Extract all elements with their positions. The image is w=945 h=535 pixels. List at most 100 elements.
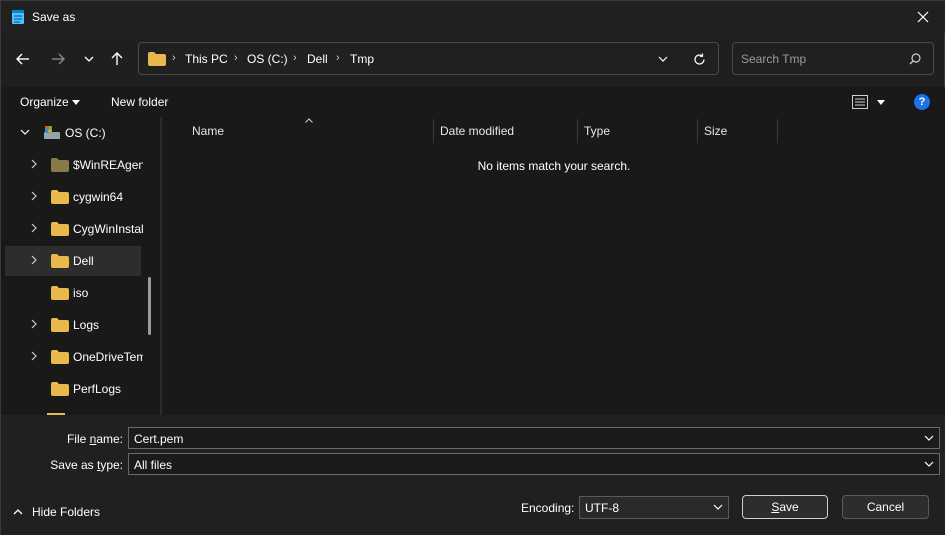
tree-item-os-c[interactable]: OS (C:): [5, 118, 141, 148]
encoding-select[interactable]: UTF-8: [579, 496, 729, 519]
save-as-type-value: All files: [134, 458, 173, 472]
tree-item-onedrivetemp[interactable]: OneDriveTemp: [5, 342, 143, 372]
chevron-down-icon: [924, 461, 934, 467]
breadcrumb-separator: ›: [172, 52, 176, 64]
back-button[interactable]: [10, 45, 36, 73]
folder-icon: [51, 190, 69, 204]
caret-down-icon: [72, 100, 80, 105]
tree-item-perflogs[interactable]: PerfLogs: [5, 374, 141, 404]
forward-button[interactable]: [45, 45, 71, 73]
search-placeholder: Search Tmp: [741, 52, 807, 66]
column-divider[interactable]: [577, 119, 578, 143]
tree-label: CygWinInstaller: [73, 222, 143, 236]
search-input[interactable]: Search Tmp: [732, 42, 934, 75]
folder-icon: [51, 382, 69, 396]
chevron-right-icon[interactable]: [29, 191, 39, 201]
folder-icon: [51, 222, 69, 236]
breadcrumb-os-c[interactable]: OS (C:): [247, 52, 288, 66]
chevron-down-icon[interactable]: [924, 434, 934, 442]
folder-icon: [51, 350, 69, 364]
window-title: Save as: [32, 10, 76, 24]
empty-list-message: No items match your search.: [477, 159, 631, 173]
encoding-value: UTF-8: [585, 501, 619, 515]
search-icon: [909, 53, 921, 65]
breadcrumb-dell[interactable]: Dell: [307, 52, 328, 66]
chevron-right-icon[interactable]: [29, 223, 39, 233]
help-icon: ?: [918, 96, 926, 108]
chevron-down-icon: [658, 56, 668, 62]
save-as-dialog: Save as › This PC › OS (C:) › Dell › Tmp…: [0, 0, 945, 535]
folder-icon: [148, 52, 166, 66]
tree-label: iso: [73, 286, 89, 300]
file-list-pane[interactable]: Name Date modified Type Size No items ma…: [162, 117, 945, 415]
close-icon: [917, 11, 929, 23]
new-folder-button[interactable]: New folder: [111, 95, 168, 109]
tree-item-cygwin64[interactable]: cygwin64: [5, 182, 141, 212]
address-bar[interactable]: › This PC › OS (C:) › Dell › Tmp: [138, 42, 719, 75]
cancel-button[interactable]: Cancel: [842, 495, 929, 519]
address-history-dropdown[interactable]: [653, 51, 673, 67]
breadcrumb-tmp[interactable]: Tmp: [350, 52, 374, 66]
arrow-left-icon: [16, 53, 29, 65]
tree-label: PerfLogs: [73, 382, 122, 396]
folder-icon: [51, 254, 69, 268]
sort-ascending-icon: [305, 118, 313, 123]
file-name-input[interactable]: Cert.pem: [128, 427, 940, 449]
notepad-icon: [12, 10, 24, 24]
drive-icon: [44, 126, 60, 139]
up-button[interactable]: [104, 45, 130, 73]
arrow-right-icon: [52, 53, 65, 65]
details-view-icon: [852, 95, 868, 109]
navigation-pane[interactable]: OS (C:) $WinREAgent cygwin64 CygWinInstall…: [1, 117, 161, 417]
column-divider[interactable]: [433, 119, 434, 143]
column-divider[interactable]: [697, 119, 698, 143]
recent-locations-button[interactable]: [76, 45, 102, 73]
file-name-value: Cert.pem: [134, 432, 184, 446]
column-header-size[interactable]: Size: [704, 124, 727, 138]
breadcrumb-this-pc[interactable]: This PC: [185, 52, 228, 66]
tree-item-winreagent[interactable]: $WinREAgent: [5, 150, 143, 180]
refresh-button[interactable]: [689, 51, 709, 67]
column-header-date-modified[interactable]: Date modified: [440, 124, 514, 138]
save-as-type-select[interactable]: All files: [128, 453, 940, 475]
folder-icon: [51, 318, 69, 332]
tree-label: OneDriveTemp: [73, 350, 143, 364]
file-name-label: File name:: [66, 432, 123, 446]
column-header-name[interactable]: Name: [192, 124, 224, 138]
breadcrumb-separator: ›: [234, 52, 238, 64]
view-options-button[interactable]: [850, 94, 890, 110]
tree-label: $WinREAgent: [73, 158, 143, 172]
encoding-label: Encoding:: [521, 501, 575, 515]
tree-item-cygwininstaller[interactable]: CygWinInstaller: [5, 214, 143, 244]
tree-item-dell[interactable]: Dell: [5, 246, 141, 276]
hide-folders-button[interactable]: Hide Folders: [13, 503, 113, 521]
title-bar: Save as: [1, 1, 945, 33]
refresh-icon: [693, 53, 705, 65]
tree-label: OS (C:): [65, 126, 106, 140]
close-button[interactable]: [900, 1, 945, 33]
save-as-type-label: Save as type:: [50, 458, 123, 472]
tree-item-iso[interactable]: iso: [5, 278, 141, 308]
chevron-right-icon[interactable]: [29, 255, 39, 265]
command-bar: Organize New folder ?: [1, 87, 945, 117]
organize-button[interactable]: Organize: [20, 95, 69, 109]
chevron-up-icon: [13, 509, 23, 515]
chevron-down-icon: [713, 504, 723, 510]
tree-label: Logs: [73, 318, 100, 332]
column-divider[interactable]: [777, 119, 778, 143]
column-header-type[interactable]: Type: [584, 124, 610, 138]
chevron-down-icon: [84, 56, 94, 62]
chevron-right-icon[interactable]: [29, 159, 39, 169]
breadcrumb-separator: ›: [336, 52, 340, 64]
help-button[interactable]: ?: [914, 94, 930, 110]
caret-down-icon: [877, 100, 885, 105]
nav-scrollbar[interactable]: [148, 277, 151, 335]
chevron-right-icon[interactable]: [29, 319, 39, 329]
chevron-down-icon: [20, 129, 30, 135]
hide-folders-label: Hide Folders: [32, 505, 101, 519]
save-button[interactable]: Save: [742, 495, 828, 519]
chevron-right-icon[interactable]: [29, 351, 39, 361]
tree-label: cygwin64: [73, 190, 124, 204]
tree-label: Dell: [73, 254, 94, 268]
tree-item-logs[interactable]: Logs: [5, 310, 141, 340]
